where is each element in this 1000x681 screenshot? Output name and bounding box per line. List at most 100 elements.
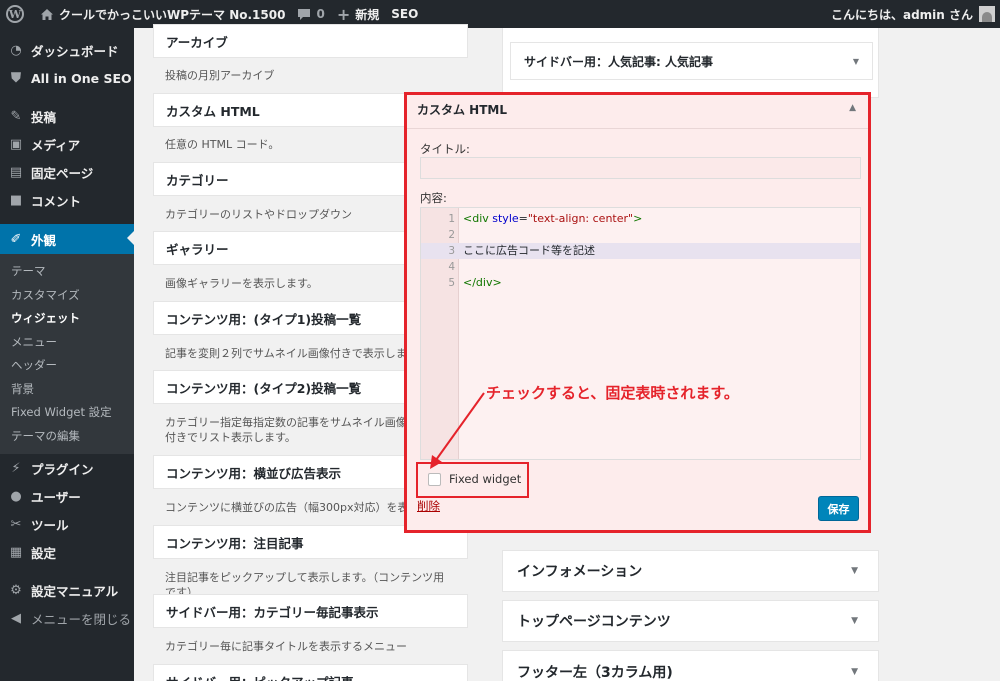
widget-title: コンテンツ用：(タイプ2)投稿一覧 xyxy=(166,380,362,396)
submenu-widgets[interactable]: ウィジェット xyxy=(0,307,134,331)
title-input[interactable] xyxy=(420,157,861,179)
submenu-header[interactable]: ヘッダー xyxy=(0,354,134,378)
widget-description: 記事を変則２列でサムネイル画像付きで表示します。 xyxy=(165,347,428,360)
menu-dashboard[interactable]: ◔ ダッシュボード xyxy=(0,36,134,64)
menu-manual[interactable]: ⚙ 設定マニュアル xyxy=(0,576,134,604)
menu-label: 投稿 xyxy=(31,109,57,125)
dashboard-icon: ◔ xyxy=(10,42,22,58)
line-number: 3 xyxy=(448,245,455,257)
menu-users[interactable]: ● ユーザー xyxy=(0,482,134,510)
greeting: こんにちは、admin さん xyxy=(830,7,973,22)
comment-icon: ■ xyxy=(9,192,23,208)
widget-title: ギャラリー xyxy=(166,241,229,257)
chevron-down-icon[interactable]: ▼ xyxy=(851,601,858,641)
line-number: 5 xyxy=(448,277,455,289)
widget-title: コンテンツ用：注目記事 xyxy=(166,535,304,551)
menu-posts[interactable]: ✎ 投稿 xyxy=(0,102,134,130)
widget-description: 画像ギャラリーを表示します。 xyxy=(165,277,318,290)
fixed-widget-checkbox[interactable] xyxy=(428,473,441,486)
page-icon: ▤ xyxy=(9,164,23,180)
area-title: インフォメーション xyxy=(517,564,643,580)
menu-label: 固定ページ xyxy=(31,165,94,181)
menu-collapse[interactable]: ◀ メニューを閉じる xyxy=(0,604,134,632)
submenu-customize[interactable]: カスタマイズ xyxy=(0,284,134,308)
submenu-fixed-widget[interactable]: Fixed Widget 設定 xyxy=(0,401,134,425)
code-line: 2 xyxy=(421,227,860,243)
menu-label: コメント xyxy=(31,193,82,209)
menu-media[interactable]: ▣ メディア xyxy=(0,130,134,158)
chevron-down-icon[interactable]: ▼ xyxy=(851,551,858,591)
custom-html-widget-expanded: カスタム HTML ▲ タイトル: 内容: 1 <div style="text… xyxy=(404,92,871,533)
menu-seo[interactable]: ⛊ All in One SEO xyxy=(0,64,134,92)
fixed-widget-highlight: Fixed widget xyxy=(416,462,529,498)
menu-comments[interactable]: ■ コメント xyxy=(0,186,134,214)
collapse-icon: ◀ xyxy=(11,610,21,626)
home-icon xyxy=(40,8,54,21)
line-number: 2 xyxy=(448,229,455,241)
pin-icon: ✎ xyxy=(10,108,22,124)
fixed-widget-label: Fixed widget xyxy=(449,472,522,486)
submenu-menus[interactable]: メニュー xyxy=(0,331,134,355)
new-label: 新規 xyxy=(355,7,380,22)
widget-title: カテゴリー xyxy=(166,172,229,188)
area-title: トップページコンテンツ xyxy=(517,614,671,630)
widget-title: カスタム HTML xyxy=(417,103,507,117)
menu-label: ユーザー xyxy=(31,489,81,505)
code-line: 1 <div style="text-align: center"> xyxy=(421,211,860,227)
code-line: 4 xyxy=(421,259,860,275)
menu-label: 設定マニュアル xyxy=(31,583,119,599)
widget-area-information[interactable]: インフォメーション ▼ xyxy=(502,550,879,592)
chevron-down-icon[interactable]: ▼ xyxy=(851,651,858,681)
code-text: ここに広告コード等を記述 xyxy=(463,244,595,257)
menu-label: プラグイン xyxy=(31,461,94,477)
comments-count: 0 xyxy=(316,7,325,21)
available-widget-pickup[interactable]: サイドバー用：ピックアップ記事 xyxy=(153,664,468,681)
menu-appearance[interactable]: ✐ 外観 xyxy=(0,224,134,254)
appearance-submenu: テーマ カスタマイズ ウィジェット メニュー ヘッダー 背景 Fixed Wid… xyxy=(0,254,134,454)
user-icon: ● xyxy=(10,488,22,504)
menu-plugins[interactable]: ⚡ プラグイン xyxy=(0,454,134,482)
menu-tools[interactable]: ✂ ツール xyxy=(0,510,134,538)
submenu-background[interactable]: 背景 xyxy=(0,378,134,402)
menu-pages[interactable]: ▤ 固定ページ xyxy=(0,158,134,186)
available-widget-category-posts[interactable]: サイドバー用：カテゴリー毎記事表示 xyxy=(153,594,468,628)
menu-label: 設定 xyxy=(31,545,57,561)
title-label: タイトル: xyxy=(420,142,470,156)
code-editor[interactable]: 1 <div style="text-align: center"> 2 3 こ… xyxy=(420,207,861,460)
widget-title: コンテンツ用：(タイプ1)投稿一覧 xyxy=(166,311,362,327)
area-title: フッター左（3カラム用) xyxy=(517,665,673,681)
submenu-themes[interactable]: テーマ xyxy=(0,260,134,284)
plus-icon: + xyxy=(336,4,351,24)
line-number: 1 xyxy=(448,213,455,225)
sidebar-widget-area: サイドバー用：人気記事: 人気記事 ▼ xyxy=(502,28,879,98)
widget-description: カテゴリー指定毎指定数の記事をサムネイル画像＆ヘ xyxy=(165,416,429,429)
widget-area-top-page[interactable]: トップページコンテンツ ▼ xyxy=(502,600,879,642)
widget-area-footer-left[interactable]: フッター左（3カラム用) ▼ xyxy=(502,650,879,681)
submenu-theme-editor[interactable]: テーマの編集 xyxy=(0,425,134,449)
widget-title: コンテンツ用：横並び広告表示 xyxy=(166,465,342,481)
comment-icon xyxy=(297,8,311,21)
available-widget-archives[interactable]: アーカイブ xyxy=(153,24,468,58)
chevron-up-icon[interactable]: ▲ xyxy=(849,103,856,113)
widget-description: カテゴリーのリストやドロップダウン xyxy=(165,208,352,221)
save-button[interactable]: 保存 xyxy=(818,496,859,521)
menu-label: ツール xyxy=(31,517,69,533)
widget-description: カテゴリー毎に記事タイトルを表示するメニュー xyxy=(165,640,407,653)
plug-icon: ⚡ xyxy=(11,460,21,476)
chevron-down-icon[interactable]: ▼ xyxy=(853,43,859,79)
widget-title: カスタム HTML xyxy=(166,103,260,119)
settings-icon: ▦ xyxy=(9,544,23,560)
delete-link[interactable]: 削除 xyxy=(417,498,440,514)
annotation-text: チェックすると、固定表時されます。 xyxy=(486,384,739,402)
admin-menu: ◔ ダッシュボード ⛊ All in One SEO ✎ 投稿 ▣ メディア ▤ 固定ペー… xyxy=(0,28,134,681)
my-account[interactable]: こんにちは、admin さん xyxy=(825,0,1000,28)
wrench-icon: ✂ xyxy=(10,516,22,532)
widget-popular-posts[interactable]: サイドバー用：人気記事: 人気記事 ▼ xyxy=(510,42,873,80)
wp-logo-menu[interactable]: W xyxy=(0,0,34,28)
menu-settings[interactable]: ▦ 設定 xyxy=(0,538,134,566)
code-text: </div> xyxy=(463,276,502,289)
content-label: 内容: xyxy=(420,191,447,205)
brush-icon: ✐ xyxy=(10,231,22,247)
widget-title: サイドバー用：カテゴリー毎記事表示 xyxy=(166,604,379,620)
menu-label: メニューを閉じる xyxy=(31,611,132,627)
